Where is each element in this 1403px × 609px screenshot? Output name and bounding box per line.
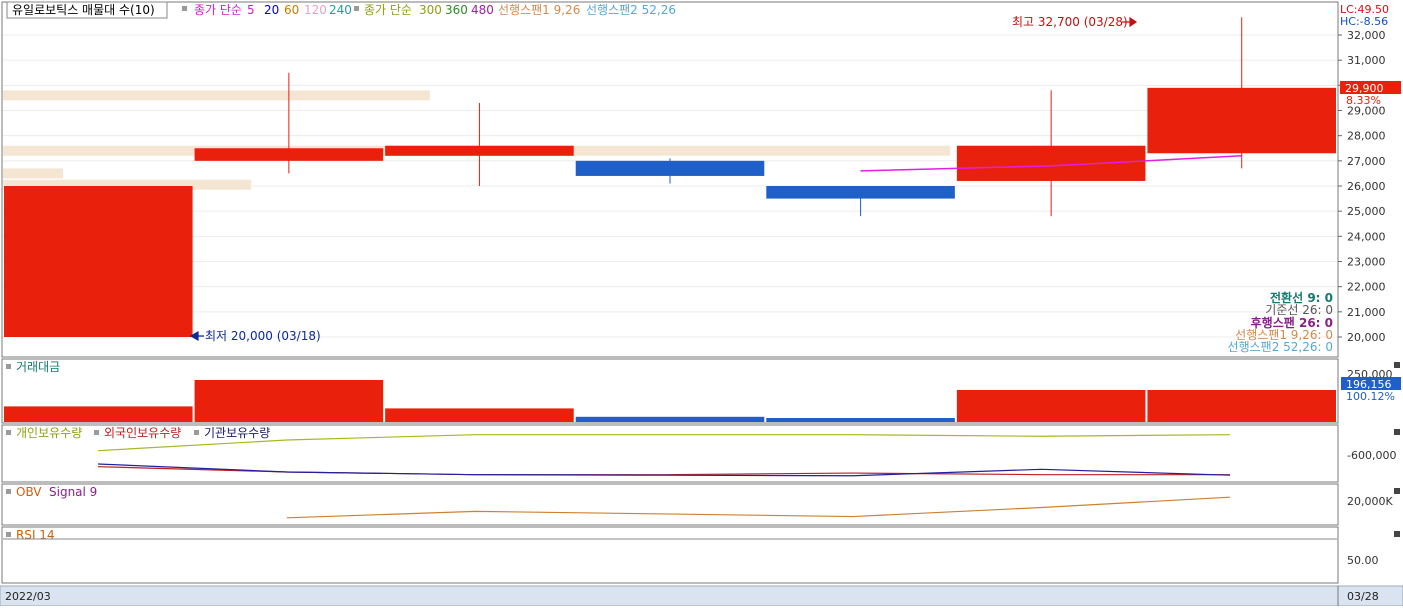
panel-marker-icon[interactable] [6, 489, 11, 494]
trading-value-bar[interactable] [766, 418, 955, 422]
ma1-period-20: 20 [264, 3, 279, 17]
ma1-period-5: 5 [247, 3, 255, 17]
price-tick-label: 26,000 [1347, 180, 1386, 193]
close-panel-icon[interactable] [1394, 362, 1400, 368]
rsi-tick: 50.00 [1347, 554, 1379, 567]
price-tick-label: 25,000 [1347, 205, 1386, 218]
holdings-label-individual: 개인보유수량 [16, 426, 82, 440]
obv-label: OBV [16, 485, 42, 499]
ichimoku-item-4: 선행스팬2 52,26: 0 [1228, 339, 1333, 354]
close-panel-icon[interactable] [1394, 488, 1400, 494]
panel-marker-icon[interactable] [6, 532, 11, 537]
volume-profile-bar [3, 90, 430, 101]
ma2-period-300: 300 [419, 3, 442, 17]
holdings-panel[interactable] [1, 424, 1339, 483]
legend-title: 유일로보틱스 매물대 수(10) [12, 3, 155, 17]
trading-value-title: 거래대금 [16, 360, 60, 374]
obv-panel[interactable] [1, 483, 1339, 526]
price-tick-label: 27,000 [1347, 155, 1386, 168]
stock-chart-window: 20,000 21,000 22,000 23,000 24,000 25,000 26,0… [0, 0, 1403, 607]
price-tick-label: 24,000 [1347, 230, 1386, 243]
time-axis-bar [0, 585, 1403, 607]
candle-body[interactable] [956, 145, 1146, 181]
span2-label: 선행스팬2 52,26 [586, 2, 676, 17]
volume-profile-bar [3, 168, 64, 179]
panel-marker-icon[interactable] [194, 430, 199, 435]
trading-value-bar[interactable] [4, 406, 193, 422]
time-axis-end: 03/28 [1347, 590, 1379, 603]
span1-label: 선행스팬1 9,26 [498, 2, 580, 17]
main-legend: 유일로보틱스 매물대 수(10) 종가 단순 5 20 60 120 240 종… [6, 1, 676, 19]
price-tick-label: 28,000 [1347, 130, 1386, 143]
ma2-period-480: 480 [471, 3, 494, 17]
price-tick-label: 23,000 [1347, 256, 1386, 269]
low-annotation: 최저 20,000 (03/18) [189, 329, 321, 343]
time-axis-start: 2022/03 [5, 590, 51, 603]
trading-value-bar[interactable] [575, 416, 765, 422]
last-change: 8.33% [1346, 94, 1381, 107]
rsi-label: RSI 14 [16, 528, 55, 542]
holdings-label-institution: 기관보유수량 [204, 426, 270, 440]
ichimoku-item-1: 기준선 26: 0 [1265, 303, 1333, 317]
candle-body[interactable] [766, 186, 955, 199]
candle-body[interactable] [1147, 87, 1336, 154]
holdings-label-foreign: 외국인보유수량 [104, 426, 181, 440]
hc-readout: HC:-8.56 [1340, 15, 1388, 28]
holdings-tick: -600,000 [1347, 449, 1396, 462]
panel-marker-icon[interactable] [94, 430, 99, 435]
trading-value-bar[interactable] [1147, 390, 1336, 422]
ma1-period-60: 60 [284, 3, 299, 17]
close-panel-icon[interactable] [1394, 429, 1400, 435]
ma1-period-240: 240 [329, 3, 352, 17]
panel-marker-icon[interactable] [6, 430, 11, 435]
high-label: 최고 32,700 (03/28) [1012, 15, 1128, 29]
price-tick-label: 31,000 [1347, 54, 1386, 67]
price-tick-label: 20,000 [1347, 331, 1386, 344]
obv-tick: 20,000K [1347, 495, 1393, 508]
ma1-period-120: 120 [304, 3, 327, 17]
panel-marker-icon[interactable] [6, 364, 11, 369]
price-tick-label: 21,000 [1347, 306, 1386, 319]
price-axis: 20,000 21,000 22,000 23,000 24,000 25,000 26,0… [1338, 29, 1386, 344]
trading-value-pct: 100.12% [1346, 390, 1395, 403]
high-annotation: 최고 32,700 (03/28) [1012, 15, 1138, 29]
rsi-panel[interactable] [1, 526, 1339, 584]
ma2-period-360: 360 [445, 3, 468, 17]
price-tick-label: 22,000 [1347, 281, 1386, 294]
candle-body[interactable] [4, 186, 193, 337]
candle-body[interactable] [385, 145, 574, 156]
candle-body[interactable] [575, 160, 765, 176]
trading-value-bar[interactable] [956, 390, 1146, 422]
trading-value-bar[interactable] [194, 380, 384, 422]
price-tick-label: 32,000 [1347, 29, 1386, 42]
candle-body[interactable] [194, 148, 384, 161]
trading-value-bar[interactable] [385, 408, 574, 422]
ma1-marker-icon[interactable] [182, 6, 187, 11]
ma2-label: 종가 단순 [364, 3, 412, 17]
ma1-label: 종가 단순 [194, 3, 242, 17]
chart-canvas: 20,000 21,000 22,000 23,000 24,000 25,000 26,0… [0, 1, 1403, 607]
ma2-marker-icon[interactable] [354, 6, 359, 11]
obv-signal-label: Signal 9 [49, 485, 97, 499]
close-panel-icon[interactable] [1394, 531, 1400, 537]
low-label: 최저 20,000 (03/18) [205, 329, 321, 343]
